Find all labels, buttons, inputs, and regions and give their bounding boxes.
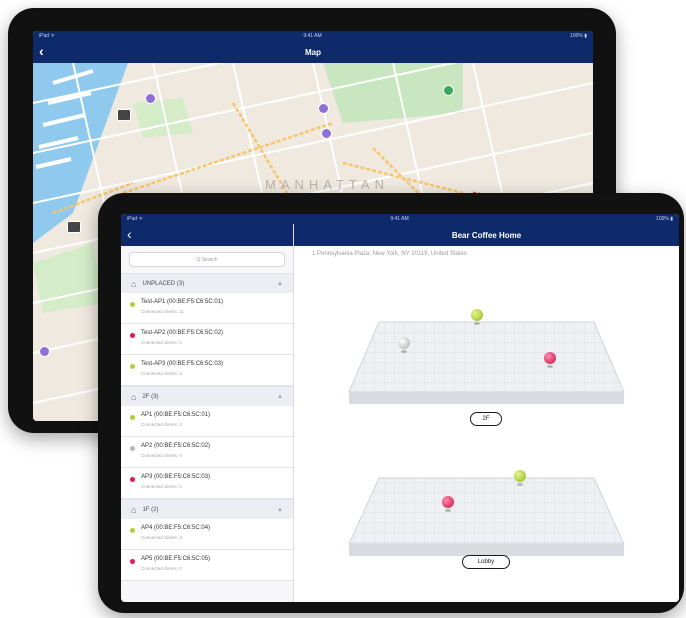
ap-clients: Connected clients: 0 — [141, 484, 182, 489]
floor-label-lobby[interactable]: Lobby — [462, 555, 510, 569]
status-dot-icon — [130, 528, 135, 533]
ap-clients: Connected clients: 4 — [141, 422, 182, 427]
ap-clients: Connected clients: 0 — [141, 566, 182, 571]
ap-list-item[interactable]: AP4 (00:BE:F5:C6:5C:04) Connected clients… — [121, 519, 293, 550]
ap-name: AP1 (00:BE:F5:C6:5C:01) — [141, 412, 211, 418]
chevron-up-icon[interactable]: ▲ — [277, 507, 283, 513]
ap-group-header[interactable]: ⌂ 1F (2) ▲ — [121, 499, 293, 519]
floor-grid-lobby — [349, 478, 624, 544]
group-label: 1F (2) — [142, 506, 159, 513]
ap-list-item[interactable]: AP1 (00:BE:F5:C6:5C:01) Connected clients… — [121, 406, 293, 437]
ap-clients: Connected clients: 0 — [141, 340, 182, 345]
park-area-2 — [33, 243, 103, 313]
time-label: 9:41 AM — [390, 216, 409, 222]
floor-icon: ⌂ — [131, 278, 137, 289]
ap-clients: Connected clients: 11 — [141, 309, 184, 314]
ap-clients: Connected clients: 3 — [141, 535, 182, 540]
status-dot-icon — [130, 415, 135, 420]
ipad-front: iPad ᯤ 9:41 AM 100% ▮ ‹ Q Search ⌂ UNPLAC… — [98, 193, 684, 613]
ap-clients: Connected clients: 4 — [141, 371, 182, 376]
ap-list-item[interactable]: Test-AP1 (00:BE:F5:C6:5C:01) Connected cl… — [121, 293, 293, 324]
ap-group-header[interactable]: ⌂ UNPLACED (3) ▲ — [121, 273, 293, 293]
status-bar: iPad ᯤ 9:41 AM 100% ▮ — [121, 214, 679, 224]
ap-list-item[interactable]: AP5 (00:BE:F5:C6:5C:05) Connected clients… — [121, 550, 293, 581]
floor-edge-2f — [349, 392, 624, 404]
battery-label: 100% ▮ — [656, 216, 673, 222]
ap-name: AP5 (00:BE:F5:C6:5C:05) — [141, 556, 211, 562]
ap-marker-unknown[interactable] — [398, 337, 410, 353]
status-dot-icon — [130, 302, 135, 307]
back-icon[interactable]: ‹ — [39, 44, 44, 58]
floor-icon: ⌂ — [131, 391, 137, 402]
ap-marker-offline[interactable] — [442, 496, 454, 512]
status-dot-icon — [130, 364, 135, 369]
transit-icon[interactable] — [117, 109, 131, 121]
ap-marker-online[interactable] — [471, 309, 483, 325]
search-input[interactable]: Q Search — [129, 252, 285, 267]
ap-list-item[interactable]: AP3 (00:BE:F5:C6:5C:03) Connected clients… — [121, 468, 293, 499]
back-icon[interactable]: ‹ — [127, 227, 132, 241]
page-title: Bear Coffee Home — [451, 230, 522, 240]
ap-name: AP2 (00:BE:F5:C6:5C:02) — [141, 443, 211, 449]
status-dot-icon — [130, 333, 135, 338]
ap-name: Test-AP3 (00:BE:F5:C6:5C:03) — [141, 361, 224, 367]
carrier-label: iPad ᯤ — [39, 33, 55, 39]
ap-name: Test-AP1 (00:BE:F5:C6:5C:01) — [141, 299, 224, 305]
group-label: UNPLACED (3) — [142, 280, 185, 287]
floorplan-screen: iPad ᯤ 9:41 AM 100% ▮ ‹ Q Search ⌂ UNPLAC… — [121, 214, 679, 602]
sidebar-nav: ‹ — [121, 224, 293, 246]
ap-group-list: ⌂ UNPLACED (3) ▲ Test-AP1 (00:BE:F5:C6:5C:0… — [121, 273, 293, 581]
status-dot-icon — [130, 559, 135, 564]
time-label: 9:41 AM — [303, 33, 322, 39]
ap-name: AP4 (00:BE:F5:C6:5C:04) — [141, 525, 211, 531]
status-dot-icon — [130, 446, 135, 451]
museum-poi-icon[interactable] — [318, 103, 329, 114]
ap-group-header[interactable]: ⌂ 2F (3) ▲ — [121, 386, 293, 406]
park-poi-icon[interactable] — [443, 85, 454, 96]
ap-list-item[interactable]: Test-AP2 (00:BE:F5:C6:5C:02) Connected cl… — [121, 324, 293, 355]
ap-name: AP3 (00:BE:F5:C6:5C:03) — [141, 474, 211, 480]
floor-label-2f[interactable]: 2F — [470, 412, 502, 426]
ap-sidebar: ‹ Q Search ⌂ UNPLACED (3) ▲ Test-AP1 (00:BE… — [121, 224, 294, 602]
hall-poi-icon[interactable] — [321, 128, 332, 139]
carrier-label: iPad ᯤ — [127, 216, 143, 222]
landmark-poi-icon[interactable] — [39, 346, 50, 357]
status-bar: iPad ᯤ 9:41 AM 100% ▮ — [33, 31, 593, 41]
battery-label: 100% ▮ — [570, 33, 587, 39]
chevron-up-icon[interactable]: ▲ — [277, 394, 283, 400]
status-dot-icon — [130, 477, 135, 482]
nav-bar: Bear Coffee Home — [294, 224, 679, 246]
ap-list-item[interactable]: AP2 (00:BE:F5:C6:5C:02) Connected clients… — [121, 437, 293, 468]
chevron-up-icon[interactable]: ▲ — [277, 281, 283, 287]
ap-marker-online[interactable] — [514, 470, 526, 486]
nav-bar: ‹ Map — [33, 41, 593, 63]
floorplan-main: Bear Coffee Home 1 Pennsylvania Plaza, N… — [294, 224, 679, 602]
floor-icon: ⌂ — [131, 504, 137, 515]
ap-list-item[interactable]: Test-AP3 (00:BE:F5:C6:5C:03) Connected cl… — [121, 355, 293, 386]
district-label: MANHATTAN — [265, 177, 389, 192]
central-park — [323, 63, 463, 123]
group-label: 2F (3) — [142, 393, 159, 400]
floor-grid-2f — [349, 322, 624, 392]
ap-name: Test-AP2 (00:BE:F5:C6:5C:02) — [141, 330, 224, 336]
museum-poi-icon[interactable] — [145, 93, 156, 104]
transit-icon[interactable] — [67, 221, 81, 233]
ap-marker-offline[interactable] — [544, 352, 556, 368]
page-title: Map — [305, 47, 321, 57]
ap-clients: Connected clients: 0 — [141, 453, 182, 458]
